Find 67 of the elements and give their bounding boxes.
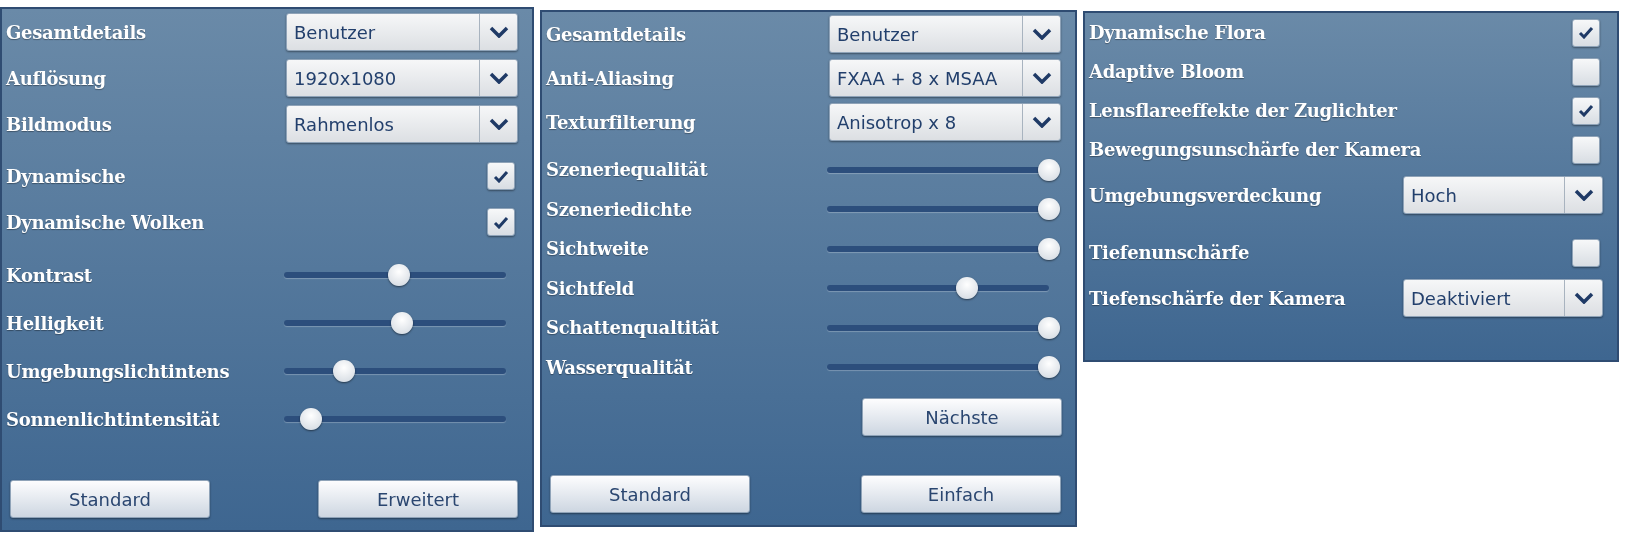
slider-thumb[interactable] <box>1038 158 1060 181</box>
setting-label: Sichtfeld <box>546 276 636 301</box>
setting-label: Kontrast <box>6 263 93 288</box>
checkmark-icon <box>1578 104 1594 117</box>
dropdown[interactable]: FXAA + 8 x MSAA <box>829 59 1061 97</box>
default-button[interactable]: Standard <box>10 480 210 518</box>
setting-label: Tiefenschärfe der Kamera <box>1089 286 1347 311</box>
chevron-down-icon <box>488 118 509 130</box>
slider-thumb[interactable] <box>388 264 411 286</box>
default-button[interactable]: Standard <box>550 475 750 513</box>
slider-thumb[interactable] <box>955 277 978 300</box>
slider-thumb[interactable] <box>390 312 413 334</box>
chevron-down-icon <box>1031 28 1052 40</box>
slider-thumb[interactable] <box>1038 198 1060 221</box>
chevron-down-icon <box>488 26 509 38</box>
setting-label: Helligkeit <box>6 311 105 336</box>
setting-label: Auflösung <box>6 66 107 91</box>
setting-label: Szeneriedichte <box>546 197 694 222</box>
setting-label: Dynamische Flora <box>1089 21 1267 45</box>
setting-label: Anti-Aliasing <box>546 66 675 91</box>
setting-label: Umgebungslichtintens <box>6 359 231 384</box>
chevron-down-icon <box>488 72 509 84</box>
setting-label: Umgebungsverdeckung <box>1089 183 1323 208</box>
chevron-down-icon <box>1031 116 1052 128</box>
setting-label: Schattenqualtität <box>546 316 720 341</box>
checkbox[interactable] <box>1572 238 1600 267</box>
dropdown[interactable]: Hoch <box>1403 176 1603 214</box>
chevron-down-icon <box>1573 189 1594 201</box>
setting-label: Szeneriequalität <box>546 158 709 183</box>
setting-label: Dynamische Wolken <box>6 210 206 235</box>
checkmark-icon <box>493 215 509 229</box>
setting-label: Adaptive Bloom <box>1089 60 1246 84</box>
setting-label: Sonnenlichtintensität <box>6 407 221 432</box>
slider-thumb[interactable] <box>1038 237 1060 260</box>
dropdown[interactable]: Anisotrop x 8 <box>829 103 1061 141</box>
chevron-down-icon <box>1573 292 1594 304</box>
setting-label: Gesamtdetails <box>546 22 687 47</box>
checkmark-icon <box>1578 26 1594 39</box>
slider-thumb[interactable] <box>1038 316 1060 339</box>
dropdown[interactable]: Benutzer <box>829 15 1061 53</box>
slider-thumb[interactable] <box>299 408 322 430</box>
checkbox[interactable] <box>487 208 515 236</box>
mode-button[interactable]: Erweitert <box>318 480 518 518</box>
setting-label: Wasserqualität <box>546 355 694 380</box>
checkbox[interactable] <box>1572 135 1600 164</box>
checkbox[interactable] <box>1572 57 1600 86</box>
dropdown[interactable]: Benutzer <box>286 13 518 51</box>
dropdown[interactable]: Deaktiviert <box>1403 279 1603 317</box>
setting-label: Tiefenunschärfe <box>1089 241 1251 265</box>
setting-label: Bildmodus <box>6 112 113 137</box>
dropdown[interactable]: Rahmenlos <box>286 105 518 143</box>
checkbox[interactable] <box>487 162 515 190</box>
chevron-down-icon <box>1031 72 1052 84</box>
setting-label: Dynamische <box>6 164 127 189</box>
setting-label: Sichtweite <box>546 237 650 262</box>
setting-label: Texturfilterung <box>546 110 697 135</box>
setting-label: Lensflareeffekte der Zuglichter <box>1089 99 1399 123</box>
dropdown[interactable]: 1920x1080 <box>286 59 518 97</box>
slider-thumb[interactable] <box>332 360 355 382</box>
next-button[interactable]: Nächste <box>862 398 1062 436</box>
setting-label: Bewegungsunschärfe der Kamera <box>1089 138 1423 162</box>
checkbox[interactable] <box>1572 18 1600 47</box>
checkbox[interactable] <box>1572 96 1600 125</box>
mode-button[interactable]: Einfach <box>861 475 1061 513</box>
checkmark-icon <box>493 169 509 183</box>
slider-thumb[interactable] <box>1038 356 1060 379</box>
setting-label: Gesamtdetails <box>6 20 147 45</box>
